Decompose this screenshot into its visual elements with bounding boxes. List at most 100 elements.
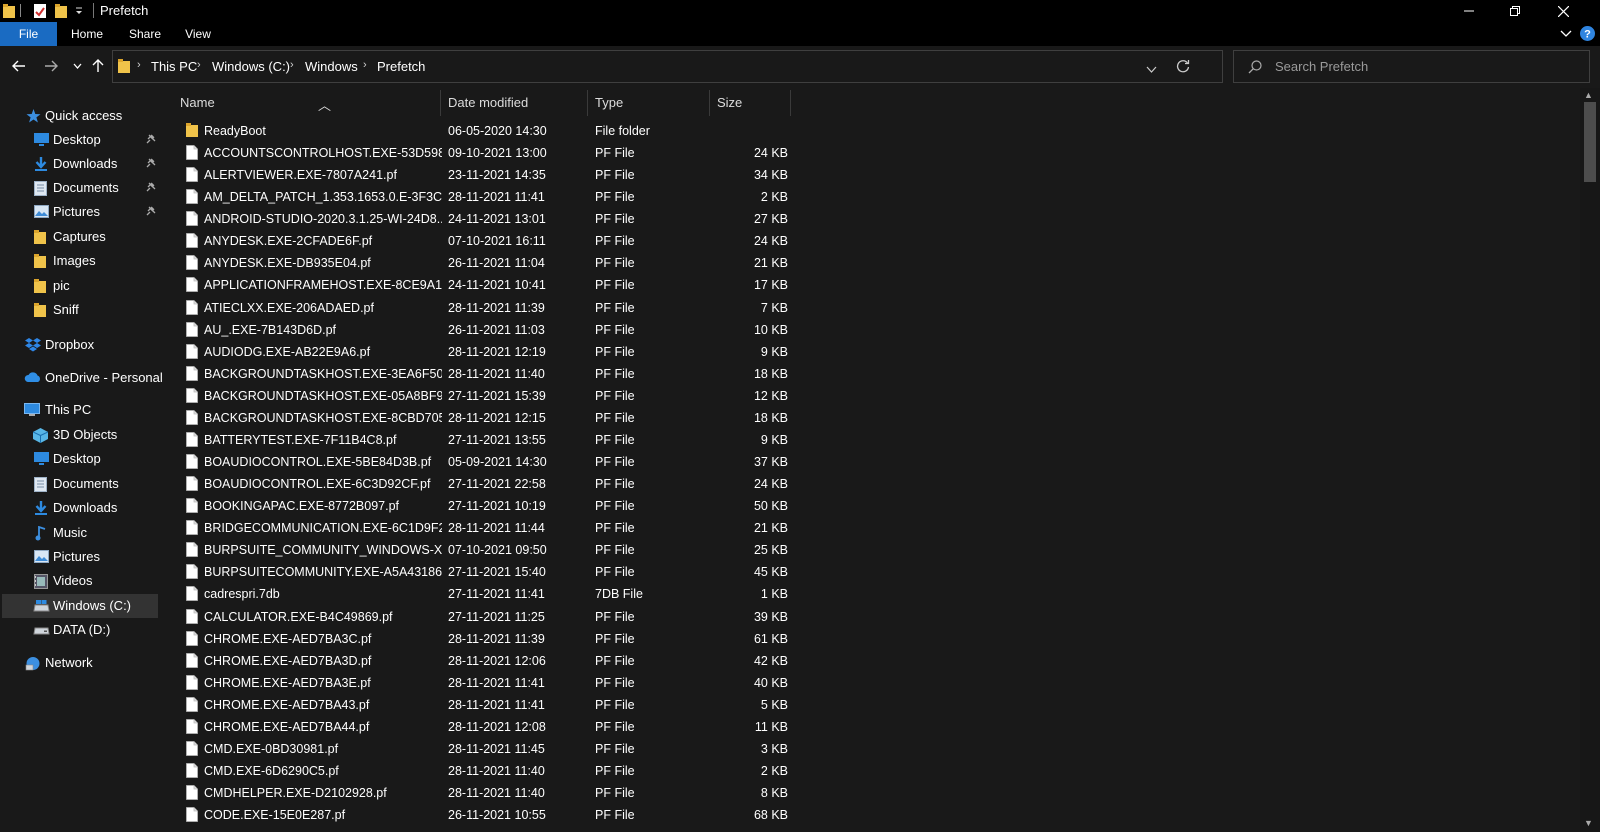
file-row[interactable]: CHROME.EXE-AED7BA3E.pf 28-11-2021 11:41 PF… [178, 672, 978, 694]
nav-item-windows-c[interactable]: Windows (C:) [2, 594, 158, 618]
recent-locations-button[interactable] [67, 56, 87, 76]
column-name-header[interactable]: ︿ Name [172, 88, 440, 115]
nav-item-pictures[interactable]: Pictures [0, 200, 160, 224]
nav-item-3d-objects[interactable]: 3D Objects [0, 423, 160, 447]
file-row[interactable]: AUDIODG.EXE-AB22E9A6.pf 28-11-2021 12:19 P… [178, 341, 978, 363]
column-divider[interactable] [790, 90, 791, 116]
breadcrumb-this-pc[interactable]: This PC [151, 59, 197, 74]
breadcrumb-prefetch[interactable]: Prefetch [377, 59, 425, 74]
file-row[interactable]: CHROME.EXE-AED7BA43.pf 28-11-2021 11:41 PF… [178, 694, 978, 716]
file-row[interactable]: AM_DELTA_PATCH_1.353.1653.0.E-3F3C25... 2… [178, 186, 978, 208]
file-row[interactable]: CHROME.EXE-AED7BA3C.pf 28-11-2021 11:39 PF… [178, 628, 978, 650]
nav-item-music[interactable]: Music [0, 521, 160, 545]
file-row[interactable]: ANYDESK.EXE-DB935E04.pf 26-11-2021 11:04 P… [178, 252, 978, 274]
file-row[interactable]: AU_.EXE-7B143D6D.pf 26-11-2021 11:03 PF Fi… [178, 319, 978, 341]
address-dropdown-button[interactable] [1146, 62, 1157, 76]
file-row[interactable]: BACKGROUNDTASKHOST.EXE-8CBD7053... 28-11-… [178, 407, 978, 429]
nav-item-downloads[interactable]: Downloads [0, 152, 160, 176]
properties-icon[interactable] [33, 3, 47, 22]
nav-onedrive[interactable]: OneDrive - Personal [0, 366, 163, 390]
nav-item-sniff[interactable]: Sniff [0, 298, 160, 322]
close-button[interactable] [1540, 0, 1586, 22]
file-row[interactable]: CHROME.EXE-AED7BA3D.pf 28-11-2021 12:06 PF… [178, 650, 978, 672]
nav-network[interactable]: Network [0, 651, 160, 675]
chevron-right-icon[interactable]: › [363, 59, 367, 71]
address-bar[interactable]: › This PC › Windows (C:) › Windows › Pre… [112, 50, 1223, 83]
nav-quick-access[interactable]: Quick access [0, 104, 160, 128]
file-row[interactable]: BOOKINGAPAC.EXE-8772B097.pf 27-11-2021 10… [178, 495, 978, 517]
search-box[interactable]: Search Prefetch [1233, 50, 1590, 83]
file-row[interactable]: ReadyBoot 06-05-2020 14:30 File folder [178, 120, 978, 142]
file-date-modified: 28-11-2021 12:19 [448, 344, 546, 359]
file-row[interactable]: CODE.EXE-15E0E287.pf 26-11-2021 10:55 PF F… [178, 804, 978, 826]
file-row[interactable]: CALCULATOR.EXE-B4C49869.pf 27-11-2021 11:… [178, 606, 978, 628]
file-row[interactable]: BURPSUITE_COMMUNITY_WINDOWS-X-... 07-10-2… [178, 539, 978, 561]
file-row[interactable]: CMD.EXE-6D6290C5.pf 28-11-2021 11:40 PF Fi… [178, 760, 978, 782]
file-row[interactable]: ANYDESK.EXE-2CFADE6F.pf 07-10-2021 16:11 P… [178, 230, 978, 252]
nav-item-documents[interactable]: Documents [0, 176, 160, 200]
nav-item-desktop[interactable]: Desktop [0, 128, 160, 152]
nav-item-captures[interactable]: Captures [0, 225, 160, 249]
column-date-header[interactable]: Date modified [441, 88, 587, 115]
scrollbar-thumb[interactable] [1584, 102, 1596, 182]
tab-file[interactable]: File [0, 22, 57, 46]
customize-dropdown-icon[interactable] [75, 5, 83, 19]
restore-button[interactable] [1492, 0, 1538, 22]
help-button[interactable]: ? [1580, 26, 1595, 44]
nav-item-data-d[interactable]: DATA (D:) [0, 618, 160, 642]
file-row[interactable]: BATTERYTEST.EXE-7F11B4C8.pf 27-11-2021 13… [178, 429, 978, 451]
nav-item-desktop-pc[interactable]: Desktop [0, 447, 160, 471]
up-button[interactable] [88, 56, 108, 76]
file-row[interactable]: BURPSUITECOMMUNITY.EXE-A5A43186.pf 27-11-… [178, 561, 978, 583]
file-row[interactable]: ANDROID-STUDIO-2020.3.1.25-WI-24D8... 24-… [178, 208, 978, 230]
file-row[interactable]: BACKGROUNDTASKHOST.EXE-05A8BF9D... 27-11-… [178, 385, 978, 407]
column-size-header[interactable]: Size [710, 88, 790, 115]
scroll-down-icon[interactable]: ▼ [1584, 818, 1593, 828]
file-row[interactable]: CMDHELPER.EXE-D2102928.pf 28-11-2021 11:4… [178, 782, 978, 804]
file-date-modified: 27-11-2021 10:19 [448, 499, 546, 514]
nav-this-pc[interactable]: This PC [0, 398, 160, 422]
nav-item-videos[interactable]: Videos [0, 569, 160, 593]
breadcrumb-windows-c[interactable]: Windows (C:) [212, 59, 290, 74]
tab-share[interactable]: Share [123, 22, 167, 46]
back-button[interactable] [9, 56, 29, 76]
scroll-up-icon[interactable]: ▲ [1584, 90, 1593, 100]
file-row[interactable]: ALERTVIEWER.EXE-7807A241.pf 23-11-2021 14… [178, 164, 978, 186]
svg-text:?: ? [1584, 29, 1591, 41]
file-icon [186, 233, 198, 249]
file-size: 2 KB [760, 764, 788, 779]
file-row[interactable]: ACCOUNTSCONTROLHOST.EXE-53D5987... 09-10-… [178, 142, 978, 164]
breadcrumb-windows[interactable]: Windows [305, 59, 358, 74]
file-row[interactable]: ATIECLXX.EXE-206ADAED.pf 28-11-2021 11:39… [178, 297, 978, 319]
refresh-button[interactable] [1176, 59, 1190, 76]
nav-item-documents-pc[interactable]: Documents [0, 472, 160, 496]
file-row[interactable]: CHROME.EXE-AED7BA44.pf 28-11-2021 12:08 PF… [178, 716, 978, 738]
vertical-scrollbar[interactable]: ▲ ▼ [1580, 88, 1600, 832]
folder-icon [34, 254, 50, 268]
forward-button[interactable] [41, 56, 61, 76]
chevron-right-icon[interactable]: › [137, 59, 141, 71]
tab-view[interactable]: View [176, 22, 220, 46]
file-size: 37 KB [753, 455, 788, 470]
file-row[interactable]: BOAUDIOCONTROL.EXE-6C3D92CF.pf 27-11-2021… [178, 473, 978, 495]
chevron-right-icon[interactable]: › [290, 59, 294, 71]
file-row[interactable]: CMD.EXE-0BD30981.pf 28-11-2021 11:45 PF Fi… [178, 738, 978, 760]
minimize-button[interactable] [1446, 0, 1492, 22]
file-row[interactable]: BACKGROUNDTASKHOST.EXE-3EA6F507.... 28-11… [178, 363, 978, 385]
restore-icon [1510, 6, 1520, 16]
nav-item-pictures-pc[interactable]: Pictures [0, 545, 160, 569]
tab-home[interactable]: Home [65, 22, 109, 46]
column-type-header[interactable]: Type [588, 88, 709, 115]
expand-ribbon-button[interactable] [1560, 27, 1572, 42]
file-row[interactable]: cadrespri.7db 27-11-2021 11:41 7DB File 1 K… [178, 583, 978, 605]
new-folder-icon[interactable] [55, 3, 67, 22]
file-row[interactable]: BRIDGECOMMUNICATION.EXE-6C1D9F2... 28-11-… [178, 517, 978, 539]
file-row[interactable]: APPLICATIONFRAMEHOST.EXE-8CE9A1E... 24-11… [178, 274, 978, 296]
nav-item-images[interactable]: Images [0, 249, 160, 273]
nav-item-downloads-pc[interactable]: Downloads [0, 496, 160, 520]
nav-item-pic[interactable]: pic [0, 274, 160, 298]
chevron-right-icon[interactable]: › [197, 59, 201, 71]
nav-dropbox[interactable]: Dropbox [0, 333, 160, 357]
file-row[interactable]: BOAUDIOCONTROL.EXE-5BE84D3B.pf 05-09-2021… [178, 451, 978, 473]
file-size: 3 KB [760, 741, 788, 756]
